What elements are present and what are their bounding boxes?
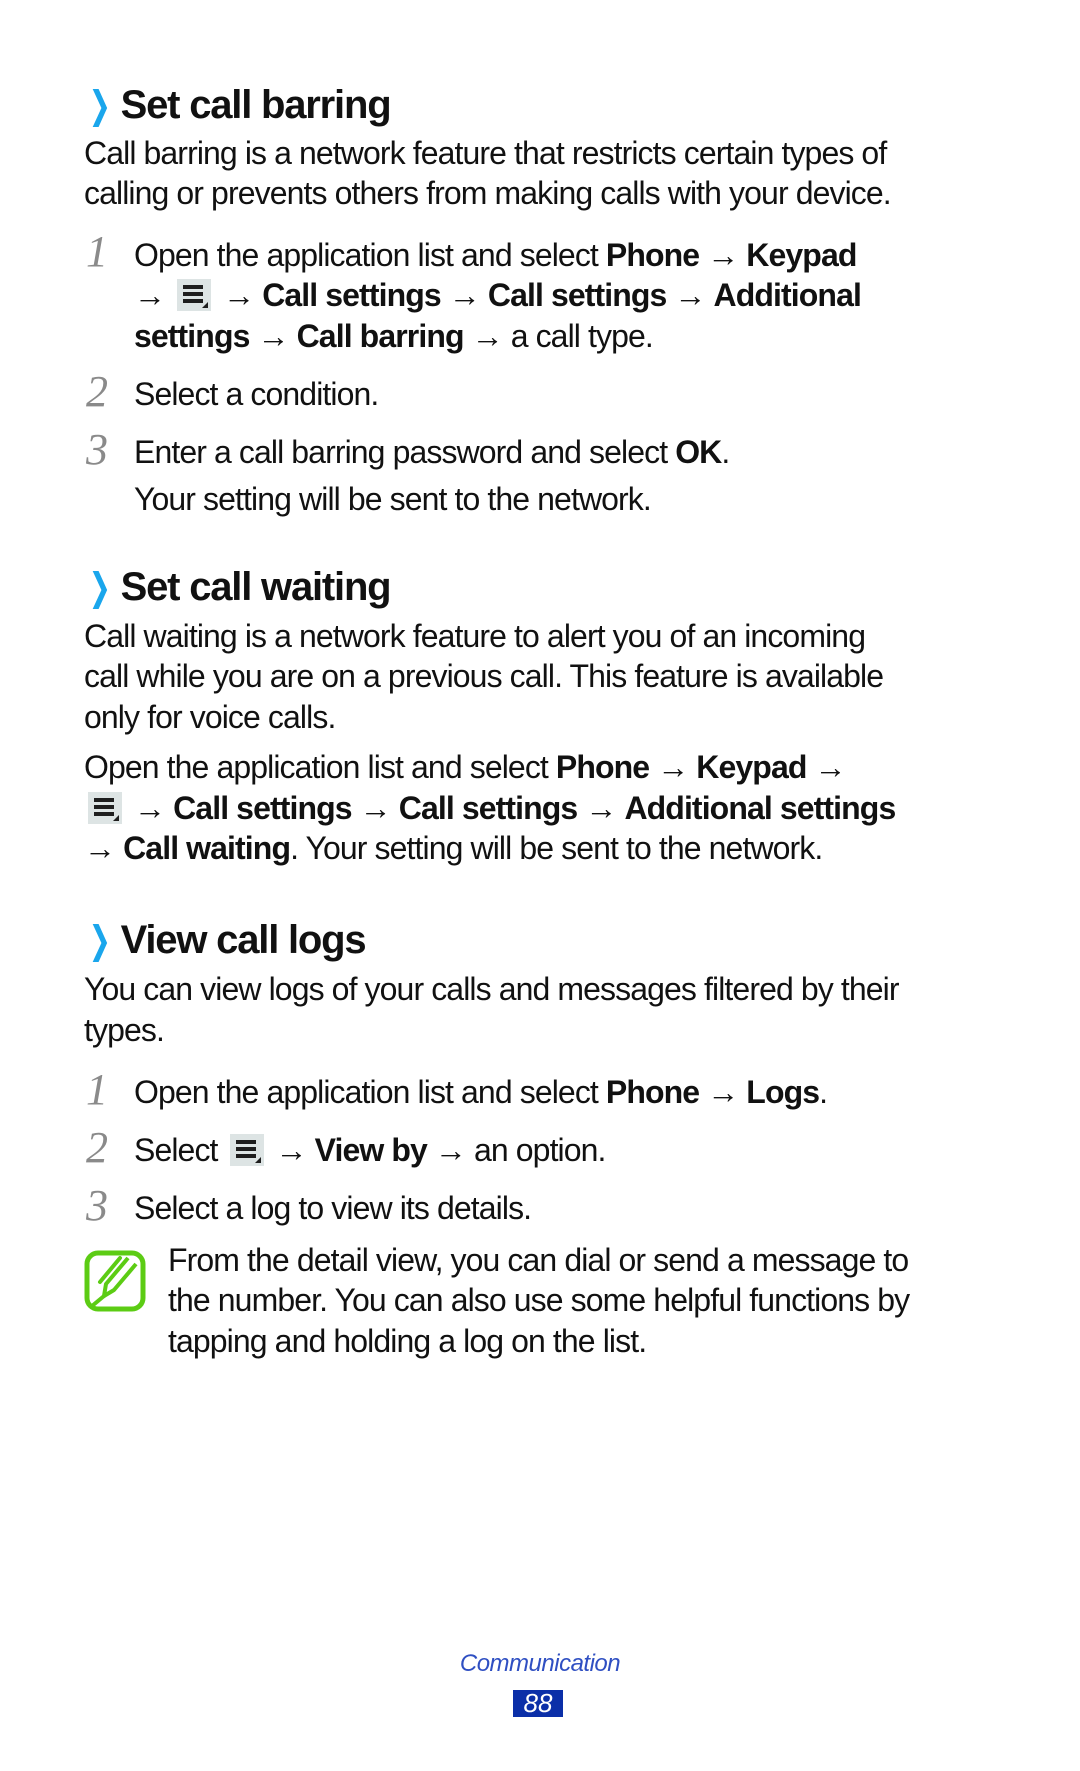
bold-term: Logs xyxy=(746,1074,820,1110)
bold-term: Keypad xyxy=(746,237,857,273)
paragraph-line: → Call settings → Call settings → Additi… xyxy=(84,788,896,828)
step-line: Open the application list and select Pho… xyxy=(134,1074,828,1110)
intro-line: Call barring is a network feature that r… xyxy=(84,135,887,171)
intro-line: call while you are on a previous call. T… xyxy=(84,658,884,694)
step-line: → → Call settings → Call settings → Addi… xyxy=(134,277,862,313)
note-pencil-icon xyxy=(84,1250,146,1312)
bold-term: Call settings xyxy=(487,277,667,313)
bold-term: Additional xyxy=(713,277,862,313)
bold-term: Keypad xyxy=(696,749,807,785)
menu-icon xyxy=(88,792,122,824)
bold-term: Call settings xyxy=(262,277,441,313)
intro-line: You can view logs of your calls and mess… xyxy=(84,971,899,1007)
step-line: Your setting will be sent to the network… xyxy=(134,481,652,517)
intro-line: only for voice calls. xyxy=(84,699,336,735)
bold-term: Phone xyxy=(555,749,650,785)
menu-icon xyxy=(177,279,212,311)
chevron-right-icon: ❯ xyxy=(88,567,111,609)
intro-line: calling or prevents others from making c… xyxy=(84,175,892,211)
bold-term: Phone xyxy=(605,237,700,273)
step-number: 3 xyxy=(86,425,108,474)
bold-term: Call settings xyxy=(173,790,352,826)
bold-term: settings xyxy=(134,318,250,354)
heading-set-call-barring: ❯ Set call barring xyxy=(84,80,392,131)
step-number: 1 xyxy=(86,1065,108,1114)
step-number: 3 xyxy=(86,1181,108,1230)
note-line: From the detail view, you can dial or se… xyxy=(168,1242,909,1278)
bold-term: Phone xyxy=(605,1074,700,1110)
step-line: Enter a call barring password and select… xyxy=(134,434,730,470)
bold-term: Call settings xyxy=(398,790,578,826)
heading-view-call-logs: ❯ View call logs xyxy=(84,915,367,966)
bold-term: OK xyxy=(675,434,722,470)
bold-term: Additional settings xyxy=(624,790,896,826)
bold-term: Call waiting xyxy=(123,830,291,866)
intro-line: Call waiting is a network feature to ale… xyxy=(84,618,866,654)
chevron-right-icon: ❯ xyxy=(88,920,111,962)
step-line: Select a condition. xyxy=(134,376,379,412)
heading-set-call-waiting: ❯ Set call waiting xyxy=(84,562,392,613)
bold-term: View by xyxy=(314,1132,428,1168)
intro-line: types. xyxy=(84,1012,165,1048)
step-line: Open the application list and select Pho… xyxy=(134,237,857,273)
footer-section-name: Communication xyxy=(459,1650,621,1677)
note-line: the number. You can also use some helpfu… xyxy=(168,1282,910,1318)
paragraph-line: → Call waiting. Your setting will be sen… xyxy=(84,830,823,866)
chevron-right-icon: ❯ xyxy=(88,85,111,127)
step-line: Select → View by → an option. xyxy=(134,1132,606,1168)
page-number: 88 xyxy=(513,1690,563,1717)
step-line: settings → Call barring → a call type. xyxy=(134,318,654,354)
paragraph-line: Open the application list and select Pho… xyxy=(84,749,846,785)
step-line: Select a log to view its details. xyxy=(134,1190,532,1226)
step-number: 1 xyxy=(86,227,108,276)
step-number: 2 xyxy=(86,367,108,416)
step-number: 2 xyxy=(86,1123,108,1172)
menu-icon xyxy=(229,1134,264,1166)
bold-term: Call barring xyxy=(296,318,465,354)
note-line: tapping and holding a log on the list. xyxy=(168,1323,647,1359)
